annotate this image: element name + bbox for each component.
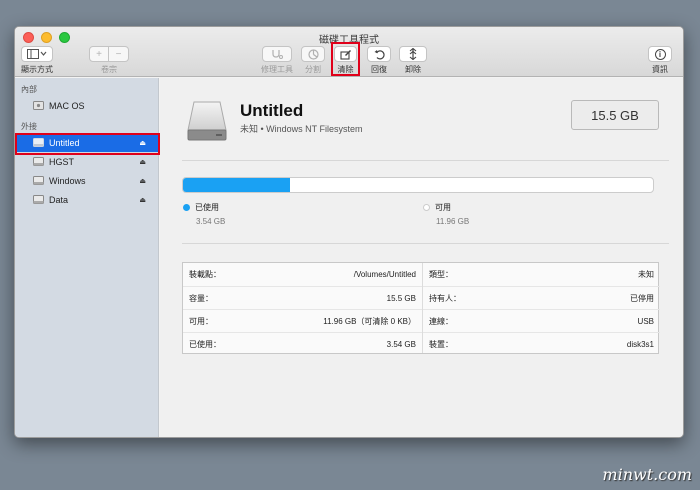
info-value: 11.96 GB（可清除 0 KB） <box>323 316 416 326</box>
repair-tool: 修理工具 <box>261 46 293 75</box>
sidebar-item-label: Data <box>49 194 69 205</box>
info-row-owners: 持有人： 已停用 <box>423 286 660 309</box>
view-menu: 顯示方式 <box>21 46 53 75</box>
sidebar-item-data[interactable]: Data ⏏ <box>15 190 158 209</box>
info-icon: i <box>654 48 666 60</box>
internal-disk-icon <box>33 101 44 110</box>
legend-used-label: 已使用 <box>195 203 219 212</box>
info-value: 3.54 GB <box>386 339 416 349</box>
restore-arrow-icon <box>374 49 385 59</box>
unmount-icon <box>409 48 417 60</box>
info-value: 15.5 GB <box>386 293 416 303</box>
hard-drive-icon <box>187 101 227 141</box>
legend-used-value: 3.54 GB <box>196 217 226 226</box>
view-label: 顯示方式 <box>21 65 53 74</box>
restore-label: 回復 <box>371 65 387 74</box>
divider <box>182 160 669 161</box>
repair-label: 修理工具 <box>261 65 293 74</box>
info-row-available: 可用： 11.96 GB（可清除 0 KB） <box>183 309 422 332</box>
info-button[interactable]: i <box>648 46 672 62</box>
external-disk-icon <box>33 157 44 166</box>
sidebar-item-label: HGST <box>49 156 75 167</box>
legend-free-label: 可用 <box>435 203 451 212</box>
info-row-type: 類型： 未知 <box>423 263 660 286</box>
info-value: 已停用 <box>630 293 654 303</box>
info-key: 可用： <box>189 316 213 326</box>
unmount-label: 卸除 <box>405 65 421 74</box>
legend-used: 已使用 <box>183 202 219 213</box>
volume-name: Untitled <box>240 101 304 120</box>
restore-tool: 回復 <box>367 46 391 75</box>
info-value: disk3s1 <box>626 339 654 349</box>
sidebar-header-external: 外接 <box>21 122 37 131</box>
info-key: 持有人： <box>429 293 461 303</box>
info-value: USB <box>637 316 654 326</box>
eject-icon[interactable]: ⏏ <box>139 196 146 204</box>
partition-tool: 分割 <box>301 46 325 75</box>
volume-controls: + − 卷宗 <box>89 46 129 75</box>
partition-button[interactable] <box>301 46 325 62</box>
info-column-right: 類型： 未知 持有人： 已停用 連線： USB 裝置： disk3s1 <box>423 263 660 353</box>
divider <box>182 243 669 244</box>
sidebar-icon <box>27 49 47 59</box>
info-key: 容量： <box>189 293 213 303</box>
repair-button[interactable] <box>262 46 292 62</box>
sidebar: 內部 MAC OS 外接 Untitled ⏏ HGST ⏏ Windows ⏏… <box>15 78 160 437</box>
unmount-button[interactable] <box>399 46 427 62</box>
add-volume-button[interactable]: + <box>89 46 109 62</box>
sidebar-item-label: Windows <box>49 175 86 186</box>
sidebar-header-internal: 內部 <box>21 85 37 94</box>
info-column-left: 裝載點： /Volumes/Untitled 容量： 15.5 GB 可用： 1… <box>183 263 422 353</box>
info-value: /Volumes/Untitled <box>353 270 416 279</box>
external-disk-icon <box>33 176 44 185</box>
eject-icon[interactable]: ⏏ <box>139 177 146 185</box>
detail-pane: Untitled 未知 • Windows NT Filesystem 15.5… <box>160 78 683 437</box>
info-key: 已使用： <box>189 339 221 349</box>
sidebar-item-windows[interactable]: Windows ⏏ <box>15 171 158 190</box>
unmount-tool: 卸除 <box>399 46 427 75</box>
usage-bar-used <box>183 178 291 192</box>
info-value: 未知 <box>638 270 654 279</box>
pie-partition-icon <box>307 48 319 60</box>
info-tool: i 資訊 <box>648 46 672 75</box>
info-row-capacity: 容量： 15.5 GB <box>183 286 422 309</box>
sidebar-item-label: MAC OS <box>49 100 85 111</box>
sidebar-item-mac-os[interactable]: MAC OS <box>15 96 158 115</box>
info-label: 資訊 <box>652 65 668 74</box>
usage-bar <box>182 177 654 193</box>
info-key: 裝載點： <box>189 270 221 279</box>
watermark: minwt.com <box>602 465 692 484</box>
external-disk-icon <box>33 195 44 204</box>
view-button[interactable] <box>21 46 53 62</box>
eject-icon[interactable]: ⏏ <box>139 158 146 166</box>
legend-free-value: 11.96 GB <box>436 217 470 226</box>
info-key: 連線： <box>429 316 453 326</box>
legend-free: 可用 <box>423 202 451 213</box>
info-key: 裝置： <box>429 339 453 349</box>
disk-utility-window: 磁碟工具程式 顯示方式 + − 卷宗 修理工具 分割 清除 回復 卸除 i 資訊… <box>14 26 684 438</box>
info-table: 裝載點： /Volumes/Untitled 容量： 15.5 GB 可用： 1… <box>182 262 660 354</box>
info-row-connection: 連線： USB <box>423 309 660 332</box>
erase-highlight-box <box>331 42 360 76</box>
restore-button[interactable] <box>367 46 391 62</box>
free-dot-icon <box>423 204 430 211</box>
volume-size-box: 15.5 GB <box>571 100 659 130</box>
stethoscope-icon <box>272 49 283 59</box>
info-row-used: 已使用： 3.54 GB <box>183 332 422 355</box>
volume-subtitle: 未知 • Windows NT Filesystem <box>240 124 363 134</box>
toolbar: 磁碟工具程式 顯示方式 + − 卷宗 修理工具 分割 清除 回復 卸除 i 資訊 <box>15 27 683 77</box>
untitled-highlight-box <box>15 133 160 155</box>
remove-volume-button[interactable]: − <box>109 46 129 62</box>
info-row-mount-point: 裝載點： /Volumes/Untitled <box>183 263 422 286</box>
info-key: 類型： <box>429 270 453 279</box>
partition-label: 分割 <box>305 65 321 74</box>
info-row-device: 裝置： disk3s1 <box>423 332 660 355</box>
used-dot-icon <box>183 204 190 211</box>
volume-label: 卷宗 <box>101 65 117 74</box>
